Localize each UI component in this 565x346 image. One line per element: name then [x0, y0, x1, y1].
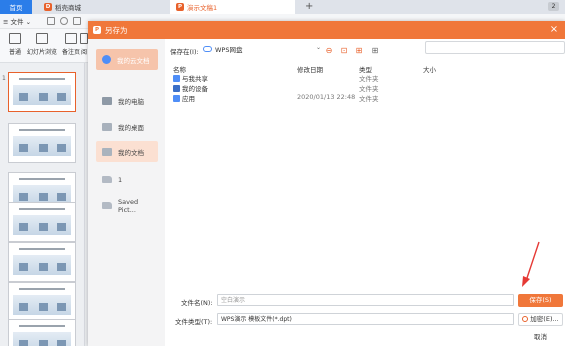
presentation-logo-icon: P — [176, 3, 184, 11]
print-icon[interactable] — [73, 17, 81, 25]
new-tab-button[interactable]: + — [305, 0, 313, 14]
tab-home-label: 首页 — [9, 4, 23, 12]
save-location-label: 保存在(I): — [170, 48, 199, 56]
slide-thumbnail[interactable] — [8, 242, 76, 282]
dialog-title: 另存为 — [105, 25, 128, 35]
file-row[interactable]: 应用 2020/01/13 22:48 文件夹 — [173, 93, 473, 103]
file-name: 我的设备 — [182, 85, 208, 93]
lock-icon — [522, 316, 529, 322]
slide-thumbnail[interactable] — [8, 202, 76, 242]
sidebar-item-label: 1 — [118, 175, 123, 184]
file-row[interactable]: 我的设备 文件夹 — [173, 83, 473, 93]
sidebar-item-cloud-docs[interactable]: 我的云文档 — [96, 49, 158, 70]
encrypt-button[interactable]: 加密(E)... — [518, 313, 563, 326]
tab-document[interactable]: P 演示文稿1 — [170, 0, 295, 14]
slide-thumbnail-panel: 1 — [0, 63, 85, 346]
undo-icon[interactable] — [60, 17, 68, 25]
file-name: 应用 — [182, 95, 195, 103]
save-location-value: WPS网盘 — [215, 46, 243, 54]
slide-thumbnail[interactable] — [8, 72, 76, 112]
slide-sorter-button[interactable]: 幻灯片浏览 — [24, 33, 60, 56]
slide-sorter-label: 幻灯片浏览 — [26, 49, 57, 56]
search-input[interactable] — [425, 41, 565, 54]
folder-icon — [102, 202, 112, 209]
places-sidebar: 我的云文档 我的电脑 我的桌面 我的文档 1 Saved Pict... — [88, 39, 165, 346]
sidebar-item-my-documents[interactable]: 我的文档 — [96, 141, 158, 162]
sidebar-item-folder-1[interactable]: 1 — [96, 169, 158, 190]
filetype-select[interactable]: WPS演示 模板文件(*.dpt) — [217, 313, 514, 325]
file-menu[interactable]: ≡ 文件 ⌄ — [3, 16, 31, 26]
annotation-arrow-icon — [522, 241, 540, 287]
slide-thumbnail[interactable] — [8, 319, 76, 346]
chevron-down-icon: ⌄ — [315, 44, 321, 51]
reading-view-label: 阅 — [80, 49, 87, 56]
share-icon — [173, 74, 180, 82]
cloud-icon — [203, 46, 212, 52]
file-type: 文件夹 — [359, 95, 379, 103]
file-row[interactable]: 与我共享 文件夹 — [173, 73, 473, 83]
tab-store-label: 稻壳商城 — [55, 4, 81, 12]
sidebar-item-my-computer[interactable]: 我的电脑 — [96, 90, 158, 111]
tab-document-label: 演示文稿1 — [187, 4, 218, 12]
sidebar-item-label: 我的电脑 — [118, 97, 144, 106]
new-folder-icon[interactable]: ⊡ — [339, 46, 349, 55]
slide-thumbnail[interactable] — [8, 282, 76, 322]
close-icon[interactable]: × — [548, 24, 560, 36]
title-bar: 首页 D 稻壳商城 P 演示文稿1 + 2 — [0, 0, 565, 14]
slide-sorter-icon — [36, 33, 48, 44]
filename-input[interactable]: 空白演示 — [217, 294, 514, 306]
app-icon — [173, 94, 180, 102]
normal-view-label: 普通 — [8, 49, 21, 56]
desktop-icon — [102, 122, 112, 131]
sidebar-item-label: 我的云文档 — [117, 56, 150, 65]
reading-view-icon — [80, 33, 88, 44]
sidebar-item-my-desktop[interactable]: 我的桌面 — [96, 116, 158, 137]
computer-icon — [102, 96, 112, 105]
save-button[interactable]: 保存(S) — [518, 294, 563, 307]
file-date: 2020/01/13 22:48 — [297, 93, 356, 101]
docer-logo-icon: D — [44, 3, 52, 11]
save-location-select[interactable]: WPS网盘 ⌄ — [203, 43, 321, 55]
view-menu-icon[interactable]: ⊞ — [370, 46, 380, 55]
normal-view-icon — [9, 33, 21, 44]
tab-store[interactable]: D 稻壳商城 — [38, 0, 160, 14]
file-name: 与我共享 — [182, 75, 208, 83]
slide-thumbnail[interactable] — [8, 123, 76, 163]
file-menu-label: 文件 — [10, 18, 24, 26]
cloud-icon — [102, 55, 111, 64]
cancel-button[interactable]: 取消 — [518, 331, 563, 344]
tab-home[interactable]: 首页 — [0, 0, 32, 14]
encrypt-button-label: 加密(E)... — [530, 315, 559, 323]
documents-icon — [102, 147, 112, 156]
sidebar-item-label: 我的桌面 — [118, 123, 144, 132]
save-as-dialog: P 另存为 × 我的云文档 我的电脑 我的桌面 我的文档 1 Saved Pic… — [88, 21, 565, 346]
sidebar-item-label: 我的文档 — [118, 148, 144, 157]
sidebar-item-label: Saved Pict... — [118, 197, 139, 214]
slide-number: 1 — [2, 75, 6, 82]
device-icon — [173, 84, 180, 92]
dialog-title-bar[interactable]: P 另存为 — [88, 21, 565, 39]
sidebar-item-saved-pictures[interactable]: Saved Pict... — [96, 195, 158, 216]
back-icon[interactable]: ⊖ — [324, 46, 334, 55]
save-icon[interactable] — [47, 17, 55, 25]
filename-label: 文件名(N): — [181, 299, 213, 307]
presentation-logo-icon: P — [93, 26, 101, 34]
notes-page-icon — [65, 33, 77, 44]
window-count-badge[interactable]: 2 — [548, 2, 559, 11]
up-folder-icon[interactable]: ⊞ — [354, 46, 364, 55]
file-type: 文件夹 — [359, 75, 379, 83]
folder-icon — [102, 176, 112, 183]
filetype-label: 文件类型(T): — [175, 318, 213, 326]
file-type: 文件夹 — [359, 85, 379, 93]
